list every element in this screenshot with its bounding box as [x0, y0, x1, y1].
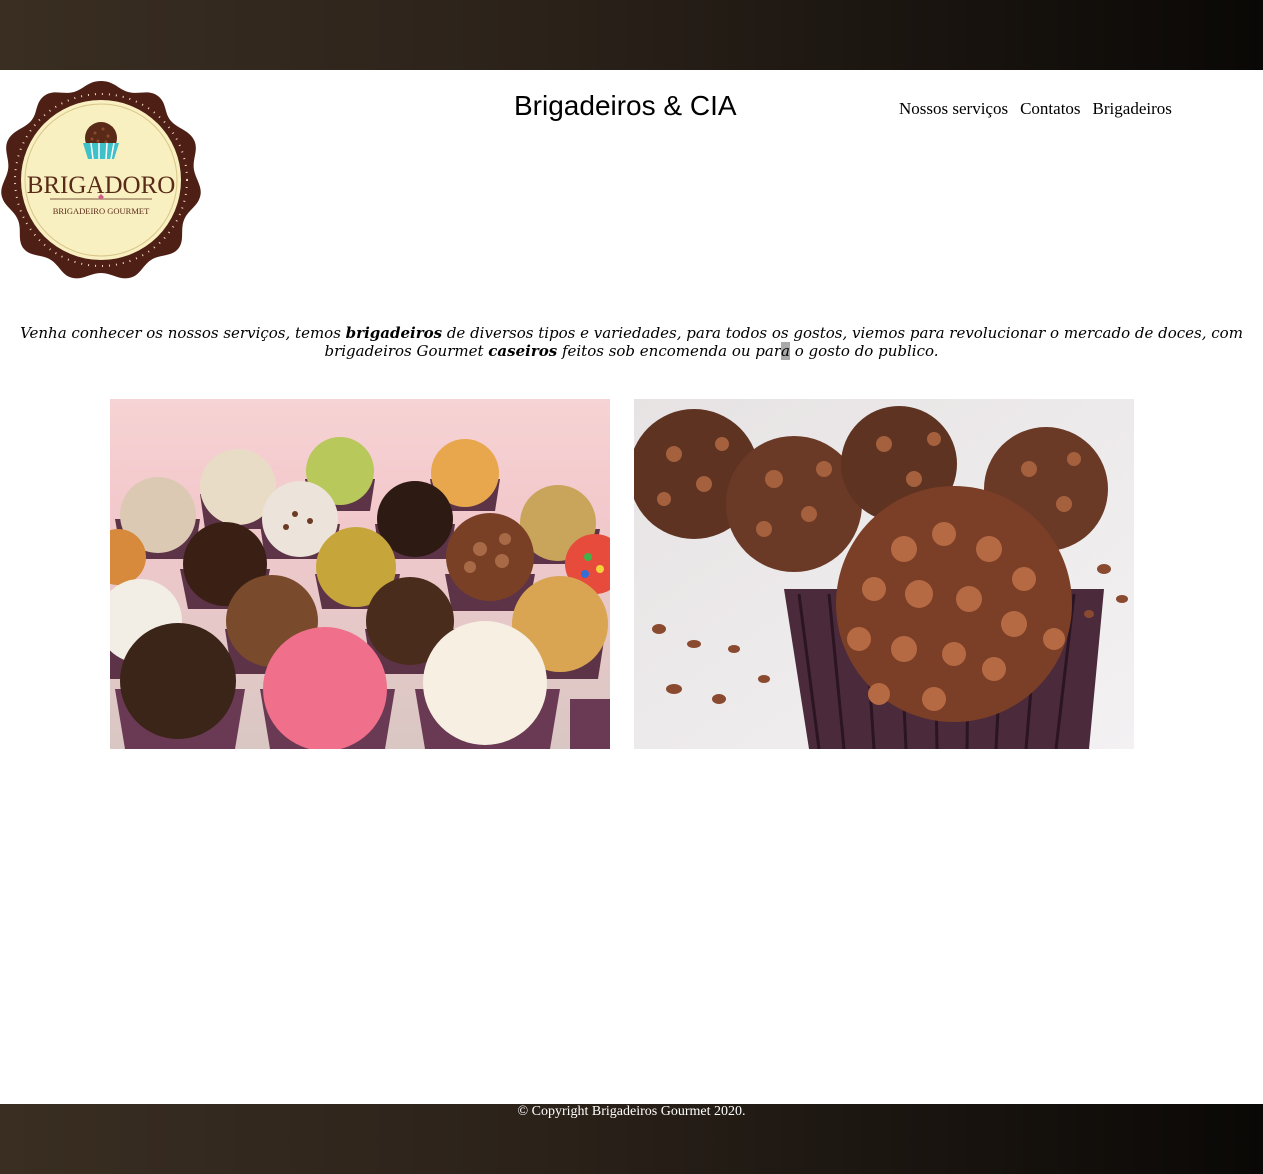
text-selection: a [781, 342, 790, 360]
brigadoro-logo[interactable]: BRIGADORO BRIGADEIRO GOURMET [0, 79, 202, 281]
nav-link-brigadeiros[interactable]: Brigadeiros [1093, 99, 1172, 119]
nav-link-contatos[interactable]: Contatos [1020, 99, 1080, 119]
chocolate-brigadeiro-closeup-photo [634, 399, 1134, 749]
site-title: Brigadeiros & CIA [514, 90, 737, 121]
logo-tagline-text: BRIGADEIRO GOURMET [53, 206, 150, 216]
assorted-brigadeiros-photo [110, 399, 610, 749]
top-bar [0, 0, 1263, 70]
intro-paragraph: Venha conhecer os nossos serviços, temos… [20, 324, 1243, 360]
footer-copyright: © Copyright Brigadeiros Gourmet 2020. [517, 1104, 746, 1119]
nav-link-servicos[interactable]: Nossos serviços [899, 99, 1008, 119]
intro-bold-brigadeiros: brigadeiros [345, 324, 443, 342]
main-nav: Nossos serviços Contatos Brigadeiros [899, 99, 1172, 119]
intro-bold-caseiros: caseiros [488, 342, 558, 360]
